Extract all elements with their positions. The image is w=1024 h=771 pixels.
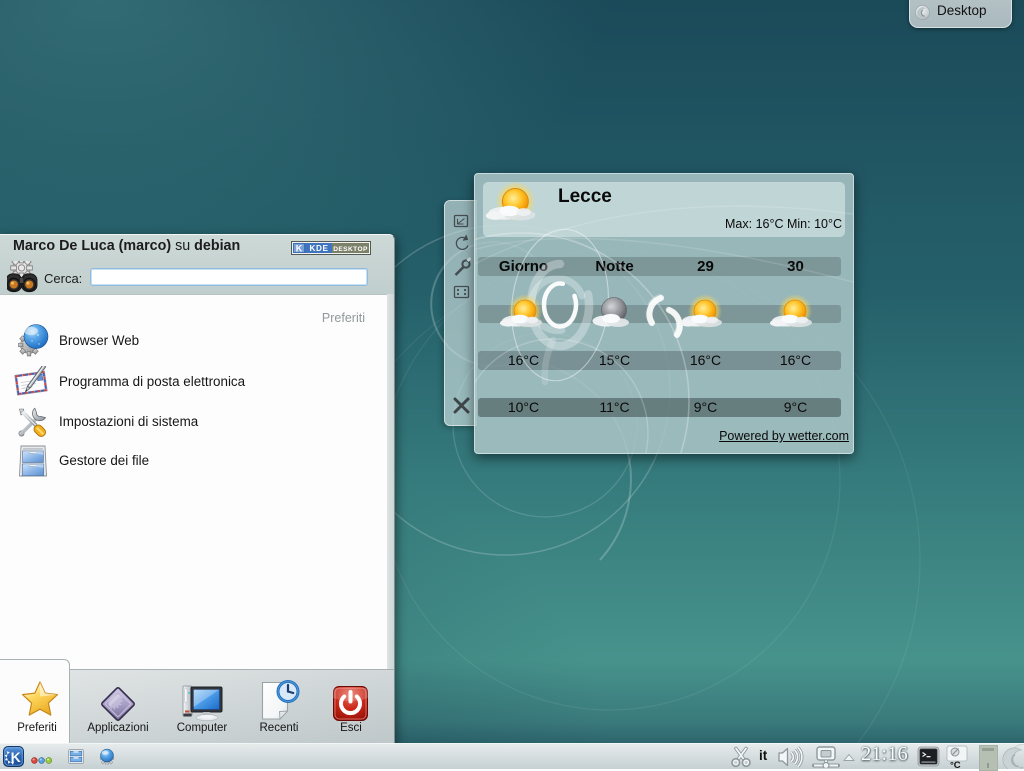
svg-text:K: K: [11, 749, 21, 765]
svg-text:DESKTOP: DESKTOP: [333, 246, 368, 253]
svg-text:K: K: [296, 244, 303, 254]
svg-text:KDE: KDE: [309, 244, 328, 253]
